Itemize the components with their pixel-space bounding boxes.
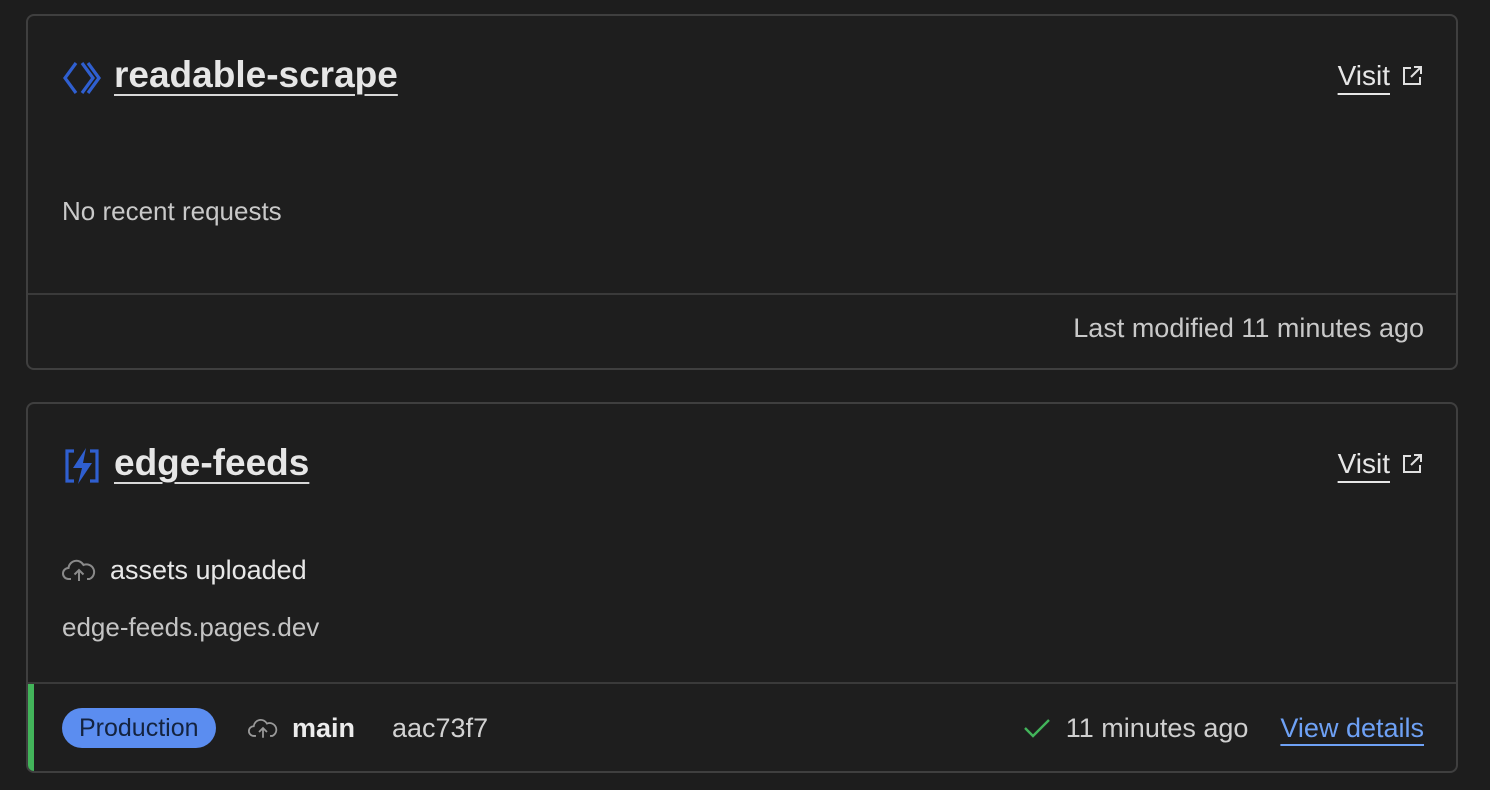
commit-hash: aac73f7	[392, 713, 489, 743]
check-icon	[1023, 719, 1050, 738]
view-details-link[interactable]: View details	[1280, 713, 1424, 744]
project-card-edge-feeds: edge-feeds Visit assets uploaded edge-fe…	[26, 402, 1458, 773]
project-name-link[interactable]: edge-feeds	[114, 440, 309, 486]
project-domain: edge-feeds.pages.dev	[62, 612, 320, 642]
deployment-row: Production main aac73f7 11 minutes ago V…	[62, 708, 1424, 748]
project-name-link[interactable]: readable-scrape	[114, 52, 398, 98]
card-header: readable-scrape Visit	[62, 52, 1424, 102]
deployment-meta: 11 minutes ago View details	[1022, 708, 1424, 748]
deployment-time: 11 minutes ago	[1065, 712, 1249, 743]
last-modified-text: Last modified 11 minutes ago	[1073, 313, 1424, 343]
environment-badge: Production	[62, 708, 216, 748]
external-link-icon	[1403, 454, 1422, 473]
cloud-upload-icon	[248, 719, 278, 738]
status-text: assets uploaded	[110, 554, 307, 585]
visit-link[interactable]: Visit	[1338, 58, 1424, 94]
no-requests-message: No recent requests	[62, 196, 282, 226]
external-link-icon	[1403, 66, 1422, 85]
card-header: edge-feeds Visit	[62, 440, 1424, 490]
deployment-success-bar	[28, 684, 34, 771]
branch-info: main	[248, 708, 355, 748]
visit-label: Visit	[1337, 60, 1390, 91]
cloud-upload-icon	[62, 559, 96, 581]
visit-label: Visit	[1337, 448, 1390, 479]
visit-link[interactable]: Visit	[1338, 446, 1424, 482]
code-brackets-icon	[63, 62, 101, 94]
project-card-readable-scrape: readable-scrape Visit No recent requests…	[26, 14, 1458, 370]
divider	[28, 682, 1456, 684]
deployment-status: assets uploaded	[62, 552, 307, 588]
lightning-bolt-icon	[65, 448, 99, 484]
branch-name: main	[292, 712, 356, 743]
divider	[28, 293, 1456, 295]
